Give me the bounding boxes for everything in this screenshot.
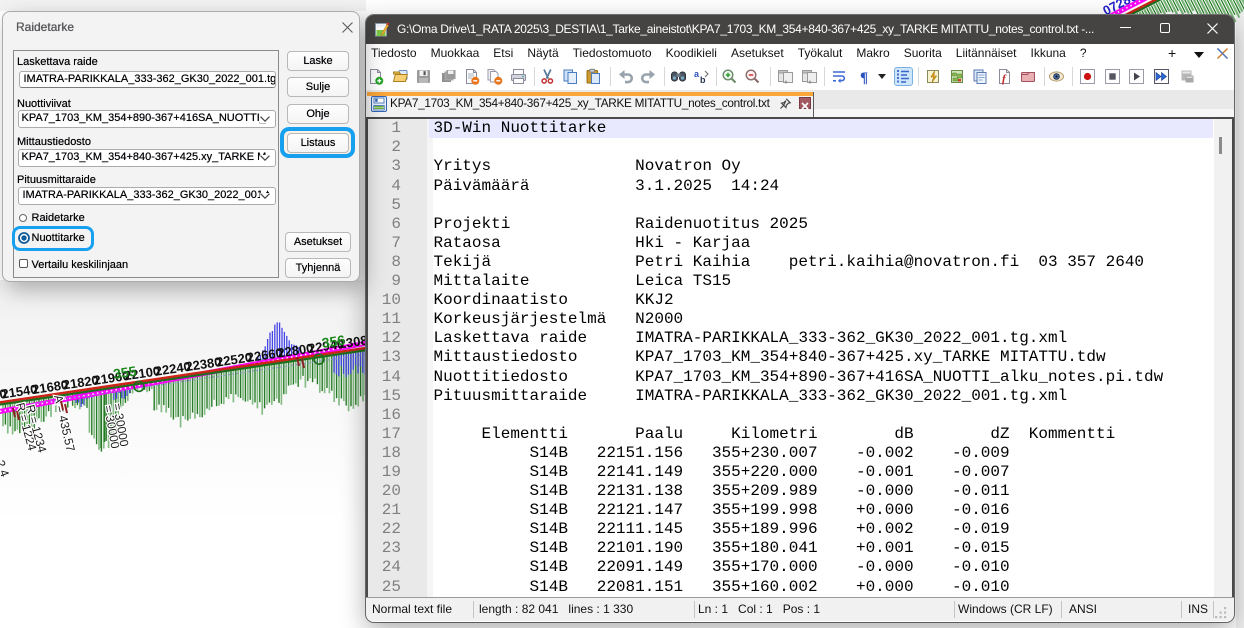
svg-text:2 4: 2 4 [0,458,12,479]
svg-text:A = 435.57: A = 435.57 [51,394,78,454]
svg-text:355: 355 [112,363,138,382]
svg-text:356: 356 [321,332,347,351]
svg-text:¶: ¶ [860,70,868,85]
